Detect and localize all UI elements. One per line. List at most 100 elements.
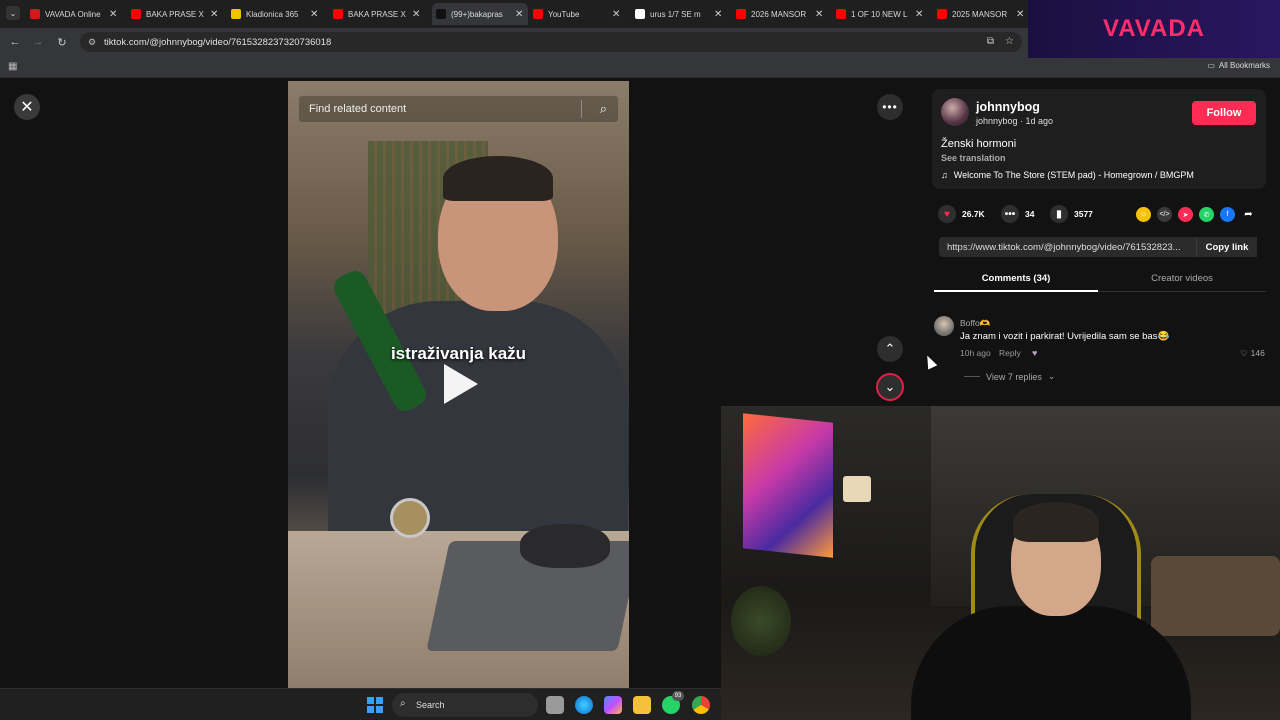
tab-close-icon[interactable]: ✕ xyxy=(714,9,722,20)
bookmark-star-icon[interactable]: ☆ xyxy=(1005,36,1014,47)
search-icon: ⌕ xyxy=(400,698,406,709)
tab-title: BAKA PRASE X xyxy=(146,9,204,19)
avatar[interactable] xyxy=(941,98,969,126)
author-username[interactable]: johnnybog xyxy=(976,100,1040,114)
tab-close-icon[interactable]: ✕ xyxy=(109,9,117,20)
tab-close-icon[interactable]: ✕ xyxy=(210,9,218,20)
tab-title: 1 OF 10 NEW L xyxy=(851,9,908,19)
chevron-down-icon: ⌄ xyxy=(1047,371,1056,381)
browser-tab[interactable]: VAVADA Online ✕ xyxy=(30,3,122,25)
view-replies-label: View 7 replies xyxy=(986,371,1042,382)
notification-badge: 93 xyxy=(672,691,684,701)
follow-button[interactable]: Follow xyxy=(1192,101,1256,125)
tab-close-icon[interactable]: ✕ xyxy=(915,9,923,20)
comment-like-count: 146 xyxy=(1250,348,1265,358)
webcam-overlay xyxy=(721,406,1280,720)
comment-reply-button[interactable]: Reply xyxy=(999,348,1021,358)
comment-avatar[interactable] xyxy=(934,316,954,336)
post-description: Ženski hormoni xyxy=(941,138,1017,150)
browser-tab[interactable]: YouTube ✕ xyxy=(533,3,625,25)
friends-share-icon[interactable]: ☺ xyxy=(1136,207,1151,222)
tab-creator-videos[interactable]: Creator videos xyxy=(1098,270,1266,292)
comment-button[interactable]: ••• 34 xyxy=(1001,205,1034,223)
back-icon[interactable]: ← xyxy=(8,35,22,49)
tab-close-icon[interactable]: ✕ xyxy=(815,9,823,20)
copy-link-button[interactable]: Copy link xyxy=(1196,237,1257,257)
previous-video-icon[interactable]: ⌃ xyxy=(877,336,903,362)
tab-close-icon[interactable]: ✕ xyxy=(612,9,620,20)
webcam-sofa xyxy=(1151,556,1280,636)
webcam-lamp xyxy=(843,476,871,502)
tab-title: VAVADA Online xyxy=(45,9,101,19)
tab-close-icon[interactable]: ✕ xyxy=(515,9,523,20)
browser-tab[interactable]: 2025 MANSOR ✕ xyxy=(937,3,1029,25)
play-icon[interactable] xyxy=(444,364,478,404)
next-video-icon[interactable]: ⌄ xyxy=(876,373,904,401)
browser-tab[interactable]: (99+)bakapras ✕ xyxy=(432,3,528,25)
more-options-icon[interactable]: ••• xyxy=(877,94,903,120)
all-bookmarks-button[interactable]: ▭ All Bookmarks xyxy=(1207,61,1270,70)
save-button[interactable]: ▮ 3577 xyxy=(1050,205,1093,223)
comment-username[interactable]: Boffo🫶 xyxy=(960,318,990,329)
browser-tab[interactable]: BAKA PRASE X ✕ xyxy=(131,3,223,25)
browser-tab[interactable]: 2026 MANSOR ✕ xyxy=(736,3,828,25)
start-icon[interactable] xyxy=(367,697,383,713)
like-count: 26.7K xyxy=(962,209,985,219)
related-content-search[interactable]: Find related content ⌕ xyxy=(298,95,619,123)
embed-icon[interactable]: </> xyxy=(1157,207,1172,222)
search-icon[interactable]: ⌕ xyxy=(600,101,607,117)
related-search-placeholder: Find related content xyxy=(309,103,407,115)
browser-tab[interactable]: Kladionica 365 ✕ xyxy=(231,3,323,25)
tab-favicon-icon xyxy=(533,9,543,19)
copilot-icon[interactable] xyxy=(604,696,622,714)
browser-tab[interactable]: 1 OF 10 NEW L ✕ xyxy=(836,3,928,25)
tab-close-icon[interactable]: ✕ xyxy=(412,9,420,20)
browser-tab[interactable]: BAKA PRASE X ✕ xyxy=(333,3,425,25)
task-view-icon[interactable] xyxy=(546,696,564,714)
address-bar[interactable]: ⚙ tiktok.com/@johnnybog/video/7615328237… xyxy=(80,32,1022,52)
tab-comments[interactable]: Comments (34) xyxy=(934,270,1098,292)
forward-icon[interactable]: → xyxy=(31,35,45,49)
tab-close-icon[interactable]: ✕ xyxy=(1016,9,1024,20)
heart-icon: ♥ xyxy=(938,205,956,223)
folder-icon: ▭ xyxy=(1207,61,1215,70)
url-text: tiktok.com/@johnnybog/video/761532823732… xyxy=(104,36,332,48)
apps-grid-icon[interactable]: ▦ xyxy=(8,61,17,72)
edge-icon[interactable] xyxy=(575,696,593,714)
creator-liked-icon: ♥ xyxy=(1032,348,1038,358)
tab-favicon-icon xyxy=(836,9,846,19)
reload-icon[interactable]: ↻ xyxy=(55,35,69,49)
browser-tab[interactable]: urus 1/7 SE m ✕ xyxy=(635,3,727,25)
install-app-icon[interactable]: ⧉ xyxy=(987,36,994,47)
wristwatch xyxy=(390,498,430,538)
save-count: 3577 xyxy=(1074,209,1093,219)
music-link[interactable]: ♫ Welcome To The Store (STEM pad) - Home… xyxy=(941,170,1194,180)
share-arrow-icon[interactable]: ➦ xyxy=(1241,207,1256,222)
see-translation-link[interactable]: See translation xyxy=(941,153,1006,163)
author-subline: johnnybog · 1d ago xyxy=(976,116,1054,126)
all-bookmarks-label: All Bookmarks xyxy=(1218,61,1270,70)
tab-favicon-icon xyxy=(231,9,241,19)
comment-text: Ja znam i vozit i parkirat! Uvrijedila s… xyxy=(960,331,1170,342)
facebook-icon[interactable]: f xyxy=(1220,207,1235,222)
whatsapp-icon[interactable]: ✆ xyxy=(1199,207,1214,222)
tab-title: urus 1/7 SE m xyxy=(650,9,701,19)
send-icon[interactable]: ➤ xyxy=(1178,207,1193,222)
site-info-icon[interactable]: ⚙ xyxy=(88,37,96,48)
bookmarks-bar: ▦ ▭ All Bookmarks xyxy=(0,56,1280,78)
like-button[interactable]: ♥ 26.7K xyxy=(938,205,985,223)
music-title: Welcome To The Store (STEM pad) - Homegr… xyxy=(953,170,1194,180)
tab-favicon-icon xyxy=(333,9,343,19)
comment-like-button[interactable]: ♡ 146 xyxy=(1240,348,1265,359)
chrome-icon[interactable] xyxy=(692,696,710,714)
tab-search-menu-icon[interactable]: ⌄ xyxy=(6,6,20,20)
tab-favicon-icon xyxy=(635,9,645,19)
taskbar-search[interactable]: ⌕ Search xyxy=(392,693,538,717)
view-replies-button[interactable]: View 7 replies ⌄ xyxy=(964,371,1055,382)
tab-close-icon[interactable]: ✕ xyxy=(310,9,318,20)
webcam-person-hair xyxy=(1013,502,1099,542)
music-note-icon: ♫ xyxy=(941,170,948,180)
file-explorer-icon[interactable] xyxy=(633,696,651,714)
comment-count: 34 xyxy=(1025,209,1035,219)
close-icon[interactable]: ✕ xyxy=(14,94,40,120)
